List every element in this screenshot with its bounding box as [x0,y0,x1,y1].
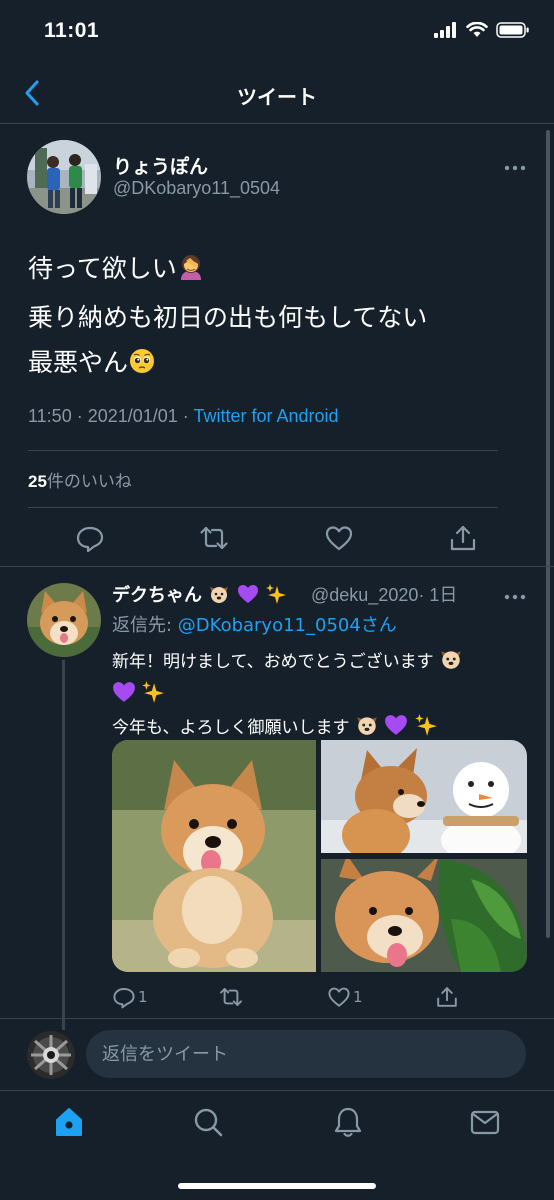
author-name[interactable]: りょうぽん [113,152,208,179]
home-indicator[interactable] [178,1183,376,1189]
page-title: ツイート [237,85,317,109]
divider [28,507,498,508]
media-photo-puppy-snowman[interactable] [321,740,527,853]
reply-reply-button[interactable]: 1 [112,985,148,1009]
likes-label: 件のいいね [46,472,132,492]
avatar-photo [27,140,101,214]
share-icon [450,525,476,551]
notifications-icon [334,1107,362,1137]
status-icons [434,22,530,38]
media-grid [112,740,527,972]
nav-header: ツイート [0,66,554,124]
reply-share-button[interactable] [435,985,459,1009]
search-icon [194,1108,223,1137]
status-time: 11:01 [44,19,100,42]
tab-search[interactable] [190,1104,226,1140]
tweet-meta: 11:50 · 2021/01/01 · Twitter for Android [28,406,339,427]
share-icon [437,987,457,1007]
media-photo-puppy-sitting[interactable] [112,740,316,972]
signal-icon [434,22,456,38]
reply-retweet-button[interactable] [219,985,243,1009]
purple-heart-emoji-icon [237,583,259,610]
scrollbar[interactable] [546,130,550,938]
reply-avatar[interactable] [27,583,101,657]
author-handle[interactable]: @DKobaryo11_0504 [113,178,280,199]
sparkles-emoji-icon [265,583,287,610]
divider [0,566,554,567]
tweet-source-app[interactable]: Twitter for Android [193,406,338,426]
tweet-line-3: 最悪やん [28,340,427,389]
battery-icon [496,22,529,38]
tweet-line-2: 乗り納めも初日の出も何もしてない [28,303,428,332]
reply-like-button[interactable]: 1 [327,985,363,1009]
retweet-button[interactable] [199,523,229,553]
reply-icon [113,988,135,1009]
retweet-icon [220,988,242,1006]
home-icon [56,1108,82,1136]
reply-author-handle[interactable]: @deku_2020· 1日 [311,581,457,607]
reply-line-1: 新年！明けまして、おめでとうございます [112,647,463,680]
share-button[interactable] [448,523,478,553]
thread-line [62,660,65,1030]
tab-notifications[interactable] [330,1104,366,1140]
reply-text: 新年！明けまして、おめでとうございます 今年も、よろしく御願いします [112,647,463,746]
purple-heart-emoji-icon [112,680,136,713]
retweet-icon [200,526,228,550]
reply-icon [76,526,104,553]
reply-button[interactable] [75,523,105,553]
tweet-timestamp: 11:50 · 2021/01/01 · [28,406,194,426]
reply-time: · 1日 [418,585,458,605]
tweet-line-1: 待って欲しい [28,246,427,295]
like-button[interactable] [324,523,354,553]
wifi-icon [466,22,488,37]
like-icon [325,526,353,551]
reply-more-button[interactable] [503,587,527,600]
likes-count: 25 [28,472,47,491]
tweet-more-button[interactable] [503,158,527,171]
tweet-text: 待って欲しい 乗り納めも初日の出も何もしてない 最悪やん [28,246,427,389]
more-icon [504,594,526,600]
facepalm-emoji-icon [177,250,205,295]
reply-reply-count: 1 [138,988,148,1006]
more-icon [504,165,526,171]
replying-to-label: 返信先: [112,615,178,636]
like-icon [328,987,350,1007]
sparkles-emoji-icon [141,680,165,713]
my-avatar-photo [27,1031,75,1079]
reply-author-name[interactable]: デクちゃん [112,581,287,610]
reply-like-count: 1 [353,988,363,1006]
replying-to-mention[interactable]: @DKobaryo11_0504さん [178,615,397,636]
media-photo-puppy-leaves[interactable] [321,859,527,972]
my-avatar[interactable] [27,1031,75,1079]
likes-count-row[interactable]: 25件のいいね [28,467,132,492]
dog-face-emoji-icon [208,583,230,610]
replying-to: 返信先: @DKobaryo11_0504さん [112,611,397,637]
reply-line-2 [112,680,463,713]
divider [28,450,498,451]
dog-face-emoji-icon [439,647,463,680]
author-avatar[interactable] [27,140,101,214]
status-bar: 11:01 [0,0,554,66]
pleading-face-emoji-icon [128,344,156,389]
reply-input[interactable] [86,1030,526,1078]
tab-messages[interactable] [467,1104,503,1140]
reply-avatar-photo [27,583,101,657]
messages-icon [470,1110,500,1135]
tab-home[interactable] [51,1104,87,1140]
